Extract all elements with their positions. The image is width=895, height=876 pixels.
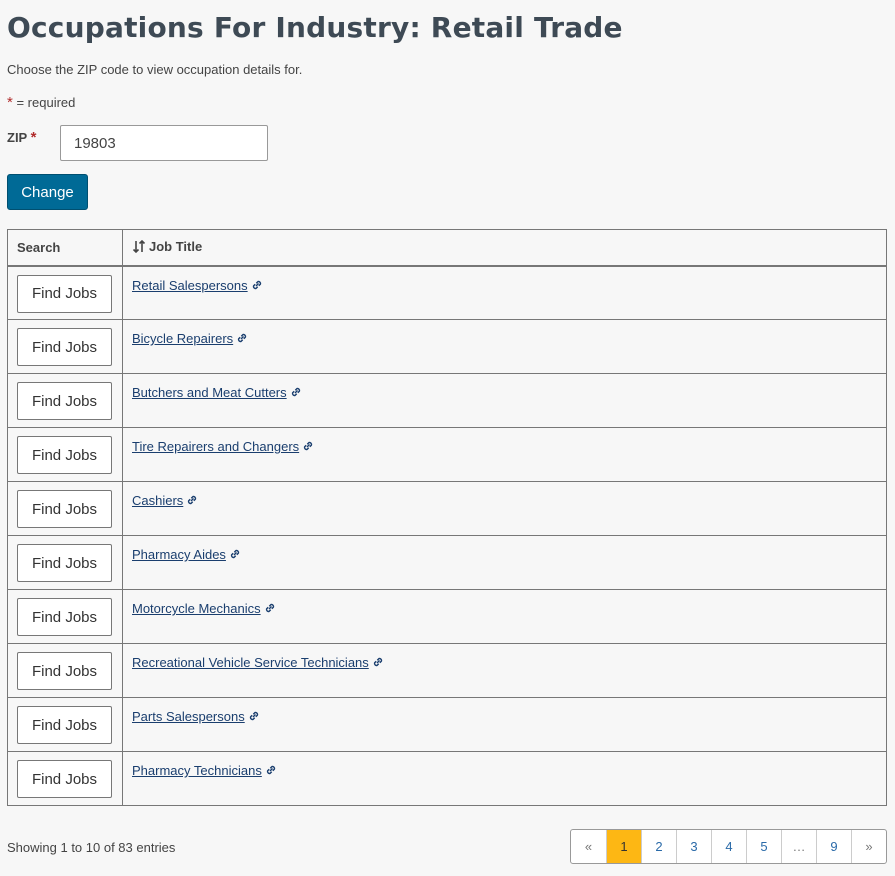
table-row: Find Jobs Cashiers [7,481,887,536]
link-icon [248,710,260,725]
search-cell: Find Jobs [7,481,123,536]
search-cell: Find Jobs [7,265,123,320]
find-jobs-button[interactable]: Find Jobs [17,382,112,420]
job-title-cell: Retail Salespersons [122,265,887,320]
job-title-header-label: Job Title [149,238,203,254]
job-title-cell: Recreational Vehicle Service Technicians [122,643,887,698]
link-icon [302,440,314,455]
job-title-column-header[interactable]: Job Title [122,229,887,267]
required-note-text: = required [16,95,76,110]
job-title-cell: Tire Repairers and Changers [122,427,887,482]
table-row: Find Jobs Bicycle Repairers [7,319,887,374]
find-jobs-button[interactable]: Find Jobs [17,274,112,313]
search-cell: Find Jobs [7,589,123,644]
pagination-page-4[interactable]: 4 [711,830,746,863]
link-icon [251,279,263,294]
job-title-link[interactable]: Butchers and Meat Cutters [132,385,302,400]
table-row: Find Jobs Parts Salespersons [7,697,887,752]
job-title-text: Bicycle Repairers [132,331,234,346]
search-cell: Find Jobs [7,373,123,428]
find-jobs-button[interactable]: Find Jobs [17,436,112,474]
occupations-table: Search Job Title Find Jobs Retail Salespe… [7,229,887,806]
zip-label: ZIP * [7,129,36,146]
table-row: Find Jobs Pharmacy Technicians [7,751,887,806]
job-title-link[interactable]: Cashiers [132,493,198,508]
job-title-cell: Butchers and Meat Cutters [122,373,887,428]
find-jobs-button[interactable]: Find Jobs [17,706,112,744]
job-title-text: Cashiers [132,493,184,508]
pagination-page-9[interactable]: 9 [816,830,851,863]
job-title-link[interactable]: Pharmacy Aides [132,547,241,562]
required-star: * [7,94,13,111]
table-header-row: Search Job Title [7,229,887,267]
job-title-link[interactable]: Tire Repairers and Changers [132,439,314,454]
job-title-text: Butchers and Meat Cutters [132,385,287,400]
page-title: Occupations For Industry: Retail Trade [7,11,623,44]
table-row: Find Jobs Butchers and Meat Cutters [7,373,887,428]
search-cell: Find Jobs [7,643,123,698]
job-title-link[interactable]: Bicycle Repairers [132,331,248,346]
job-title-text: Parts Salespersons [132,709,245,724]
find-jobs-button[interactable]: Find Jobs [17,652,112,690]
link-icon [236,332,248,347]
table-body: Find Jobs Retail Salespersons Find Jobs Bic… [7,265,887,806]
change-button[interactable]: Change [7,174,88,210]
zip-required-star: * [30,129,37,146]
search-cell: Find Jobs [7,697,123,752]
zip-label-text: ZIP [7,130,27,145]
zip-input[interactable] [60,125,268,161]
find-jobs-button[interactable]: Find Jobs [17,490,112,528]
search-column-header: Search [7,229,123,267]
link-icon [264,602,276,617]
job-title-text: Motorcycle Mechanics [132,601,261,616]
search-cell: Find Jobs [7,535,123,590]
job-title-text: Pharmacy Aides [132,547,226,562]
job-title-cell: Cashiers [122,481,887,536]
pagination-page-2[interactable]: 2 [641,830,676,863]
job-title-link[interactable]: Pharmacy Technicians [132,763,277,778]
pagination-page-3[interactable]: 3 [676,830,711,863]
table-row: Find Jobs Recreational Vehicle Service Te… [7,643,887,698]
search-cell: Find Jobs [7,319,123,374]
link-icon [265,764,277,779]
pagination-page-5[interactable]: 5 [746,830,781,863]
link-icon [290,386,302,401]
pagination: «1 2 3 4 5… 9» [570,829,887,864]
job-title-text: Retail Salespersons [132,277,248,293]
search-cell: Find Jobs [7,751,123,806]
intro-text: Choose the ZIP code to view occupation d… [7,62,303,77]
link-icon [372,656,384,671]
entries-info: Showing 1 to 10 of 83 entries [7,840,176,855]
job-title-cell: Motorcycle Mechanics [122,589,887,644]
job-title-text: Tire Repairers and Changers [132,439,300,454]
job-title-link[interactable]: Motorcycle Mechanics [132,601,276,616]
pagination-ellipsis[interactable]: … [781,830,816,863]
job-title-link[interactable]: Retail Salespersons [132,278,263,293]
find-jobs-button[interactable]: Find Jobs [17,328,112,366]
pagination-next-button[interactable]: » [851,830,886,863]
pagination-page-1[interactable]: 1 [606,830,641,863]
required-note: * = required [7,94,75,111]
find-jobs-button[interactable]: Find Jobs [17,760,112,798]
find-jobs-button[interactable]: Find Jobs [17,598,112,636]
job-title-cell: Pharmacy Technicians [122,751,887,806]
pagination-prev-button[interactable]: « [571,830,606,863]
job-title-cell: Bicycle Repairers [122,319,887,374]
table-row: Find Jobs Tire Repairers and Changers [7,427,887,482]
table-row: Find Jobs Pharmacy Aides [7,535,887,590]
job-title-text: Recreational Vehicle Service Technicians [132,655,369,670]
table-row: Find Jobs Motorcycle Mechanics [7,589,887,644]
sort-icon[interactable] [132,239,146,256]
job-title-link[interactable]: Parts Salespersons [132,709,260,724]
table-row: Find Jobs Retail Salespersons [7,265,887,320]
job-title-cell: Parts Salespersons [122,697,887,752]
link-icon [186,494,198,509]
search-cell: Find Jobs [7,427,123,482]
link-icon [229,548,241,563]
job-title-link[interactable]: Recreational Vehicle Service Technicians [132,655,384,670]
find-jobs-button[interactable]: Find Jobs [17,544,112,582]
job-title-text: Pharmacy Technicians [132,763,262,778]
job-title-cell: Pharmacy Aides [122,535,887,590]
